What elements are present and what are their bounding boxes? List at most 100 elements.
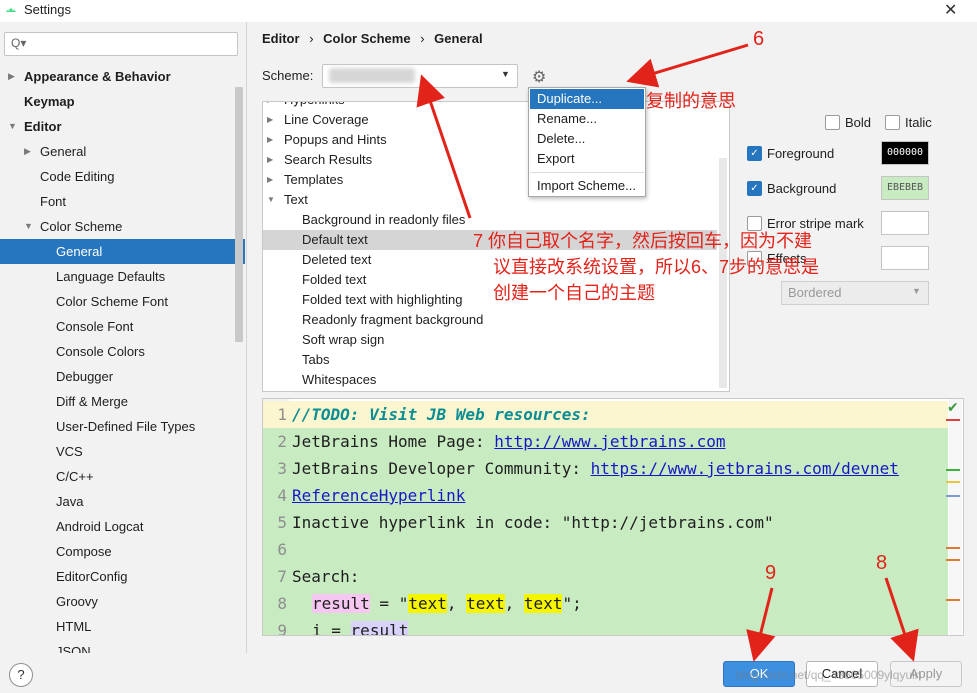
category-row[interactable]: ▶ Search Results [263,150,717,170]
category-label: Popups and Hints [284,132,387,147]
sidebar-item[interactable]: Java [0,489,245,514]
background-label: Background [767,181,837,196]
menu-item[interactable]: Duplicate... [530,89,644,109]
scheme-name-redacted [329,68,415,83]
sidebar-item-label: Font [40,194,67,209]
chevron-right-icon[interactable]: ▶ [267,102,273,110]
sidebar-item[interactable]: General [0,239,245,264]
sidebar-item[interactable]: Code Editing [0,164,245,189]
category-label: Search Results [284,152,373,167]
sidebar-item[interactable]: ▶ General [0,139,245,164]
line-number: 8 [277,594,287,613]
italic-checkbox[interactable] [885,115,900,130]
code-line: 5 Inactive hyperlink in code: "http://je… [263,509,948,536]
sidebar-item-label: VCS [56,444,83,459]
category-row[interactable]: Soft wrap sign [263,330,717,350]
foreground-checkbox[interactable]: ✓ [747,146,762,161]
category-label: Line Coverage [284,112,369,127]
scheme-actions-menu: Duplicate... Rename... Delete... Export Impo… [528,87,646,197]
code-line: 1 //TODO: Visit JB Web resources: [263,401,948,428]
chevron-down-icon[interactable]: ▼ [24,214,33,239]
background-color-swatch[interactable]: EBEBEB [881,176,929,200]
chevron-right-icon[interactable]: ▶ [8,64,15,89]
chevron-right-icon[interactable]: ▶ [24,139,31,164]
sidebar-item[interactable]: Color Scheme Font [0,289,245,314]
chevron-right-icon[interactable]: ▶ [267,110,273,130]
sidebar-item[interactable]: Android Logcat [0,514,245,539]
sidebar-item[interactable]: Keymap [0,89,245,114]
scheme-dropdown[interactable]: ▼ [322,64,518,88]
sidebar-item[interactable]: Console Colors [0,339,245,364]
category-row[interactable]: Tabs [263,350,717,370]
code-line: 4 ReferenceHyperlink [263,482,948,509]
sidebar-item[interactable]: ▼ Editor [0,114,245,139]
category-row[interactable]: Whitespaces [263,370,717,390]
sidebar-item[interactable]: Diff & Merge [0,389,245,414]
help-icon[interactable]: ? [9,663,33,687]
reference-hyperlink[interactable]: ReferenceHyperlink [292,482,465,509]
sidebar-item-label: Debugger [56,369,114,384]
category-label: Templates [284,172,344,187]
menu-item[interactable]: Export [530,149,644,169]
error-stripe-mark [946,495,960,497]
sidebar-item[interactable]: VCS [0,439,245,464]
chevron-right-icon[interactable]: ▶ [267,170,273,190]
window-title: Settings [24,2,71,17]
sidebar-item[interactable]: Console Font [0,314,245,339]
annotation-duplicate-note: 复制的意思 [646,91,736,111]
code-text: = [321,621,351,636]
sidebar-item-label: EditorConfig [56,569,128,584]
chevron-down-icon: ▼ [912,286,921,296]
breadcrumb-separator: › [309,31,314,46]
chevron-down-icon[interactable]: ▼ [267,190,275,210]
category-row[interactable]: ▼ Text [263,190,717,210]
sidebar-item[interactable]: ▼ Color Scheme [0,214,245,239]
chevron-right-icon[interactable]: ▶ [267,130,273,150]
sidebar-item[interactable]: Debugger [0,364,245,389]
sidebar-item[interactable]: Compose [0,539,245,564]
effects-swatch[interactable] [881,246,929,270]
sidebar-item[interactable]: Groovy [0,589,245,614]
menu-item[interactable]: Delete... [530,129,644,149]
category-row[interactable]: ▶ Line Coverage [263,110,717,130]
breadcrumb-color-scheme[interactable]: Color Scheme [323,31,410,46]
close-icon[interactable]: ✕ [944,0,957,20]
category-row[interactable]: Readonly fragment background [263,310,717,330]
chevron-right-icon[interactable]: ▶ [267,150,273,170]
breadcrumb-editor[interactable]: Editor [262,31,300,46]
category-label: Tabs [302,352,330,367]
sidebar-item[interactable]: HTML [0,614,245,639]
foreground-color-swatch[interactable]: 000000 [881,141,929,165]
chevron-down-icon[interactable]: ▼ [8,114,17,139]
category-row[interactable]: Background in readonly files [263,210,717,230]
background-checkbox[interactable]: ✓ [747,181,762,196]
code-preview[interactable]: 1 //TODO: Visit JB Web resources: 2 JetB… [262,398,964,636]
category-row[interactable]: ▶ Templates [263,170,717,190]
line-number: 9 [277,621,287,636]
menu-item[interactable]: Import Scheme... [530,176,644,196]
sidebar-scrollbar[interactable] [235,87,243,342]
hyperlink[interactable]: https://www.jetbrains.com/devnet [591,459,899,478]
menu-item[interactable]: Rename... [530,109,644,129]
gear-icon[interactable]: ⚙ [532,67,546,87]
sidebar-item[interactable]: Language Defaults [0,264,245,289]
category-row[interactable]: ▶ Popups and Hints [263,130,717,150]
sidebar-item[interactable]: EditorConfig [0,564,245,589]
error-stripe-mark [946,559,960,561]
search-input[interactable]: Q▾ [4,32,238,56]
bold-checkbox[interactable] [825,115,840,130]
code-text: Search: [292,567,360,586]
error-stripe-swatch[interactable] [881,211,929,235]
hyperlink[interactable]: http://www.jetbrains.com [494,432,725,451]
category-label: Hyperlinks [284,102,345,110]
sidebar-item[interactable]: ▶ Appearance & Behavior [0,64,245,89]
sidebar-item[interactable]: User-Defined File Types [0,414,245,439]
sidebar-item[interactable]: JSON [0,639,245,653]
category-label: Default text [302,232,368,247]
sidebar-item[interactable]: C/C++ [0,464,245,489]
sidebar-item[interactable]: Font [0,189,245,214]
search-match: text [408,594,447,613]
title-bar: Settings ✕ [0,0,977,22]
annotation-step-7: 7 你自己取个名字，然后按回车，因为不建 议直接改系统设置，所以6、7步的意思是… [473,228,819,306]
category-label: Folded text with highlighting [302,292,463,307]
